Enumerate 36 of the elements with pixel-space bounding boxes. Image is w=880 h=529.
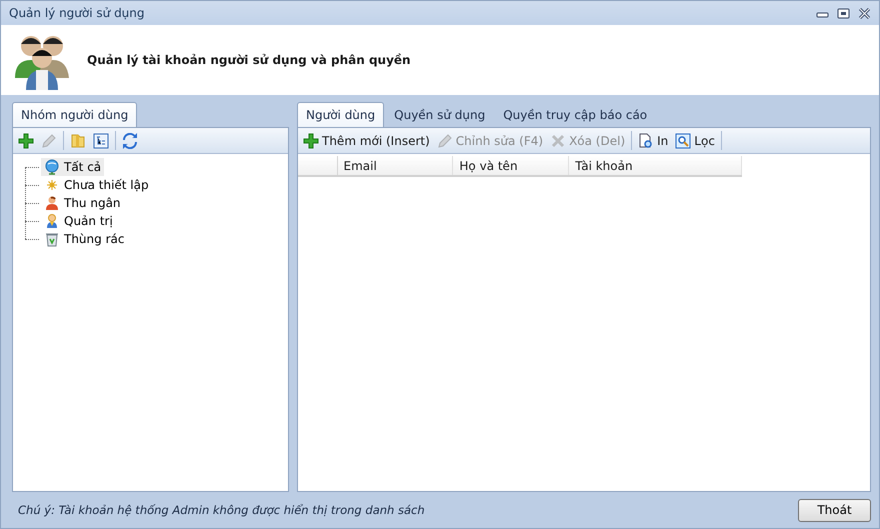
search-icon	[675, 132, 692, 148]
print-button[interactable]: In	[635, 130, 672, 150]
exit-button[interactable]: Thoát	[798, 498, 871, 522]
column-header[interactable]: Email	[338, 156, 454, 175]
cross-icon	[550, 132, 566, 148]
footer-note: Chú ý: Tài khoản hệ thống Admin không được hiển thị trong danh sách	[18, 503, 426, 517]
add-button[interactable]: Thêm mới (Insert)	[300, 130, 433, 150]
filter-button[interactable]: Lọc	[672, 130, 718, 150]
tree-list-icon	[93, 132, 109, 148]
close-icon[interactable]	[858, 8, 871, 18]
maximize-icon[interactable]	[837, 8, 850, 18]
tree-item[interactable]: Quản trị	[41, 212, 116, 230]
column-header[interactable]: Tài khoản	[569, 156, 742, 175]
plus-icon	[303, 132, 319, 148]
globe-icon	[44, 159, 60, 175]
tree-item[interactable]: Thùng rác	[41, 230, 128, 248]
trash-icon	[44, 231, 60, 247]
tab[interactable]: Quyền truy cập báo cáo	[495, 102, 656, 127]
tree-item[interactable]: Tất cả	[41, 158, 104, 176]
person-icon	[44, 195, 60, 211]
refresh-icon	[122, 132, 138, 148]
print-preview-icon	[638, 132, 654, 148]
header-title: Quản lý tài khoản người sử dụng và phân quyền	[87, 53, 411, 67]
tab[interactable]: Người dùng	[297, 102, 384, 127]
column-header[interactable]: Họ và tên	[453, 156, 570, 175]
tab[interactable]: Quyền sử dụng	[386, 102, 494, 127]
window-title: Quản lý người sử dụng	[9, 6, 146, 20]
plus-icon	[18, 132, 34, 148]
tab[interactable]: Nhóm người dùng	[12, 102, 138, 127]
pencil-icon	[41, 132, 57, 148]
sun-icon	[44, 177, 60, 193]
person-icon	[44, 213, 60, 229]
folder-icon	[70, 132, 86, 148]
pencil-icon	[436, 132, 453, 148]
tree-item[interactable]: Thu ngân	[41, 194, 124, 212]
tree-item[interactable]: Chưa thiết lập	[41, 176, 152, 194]
